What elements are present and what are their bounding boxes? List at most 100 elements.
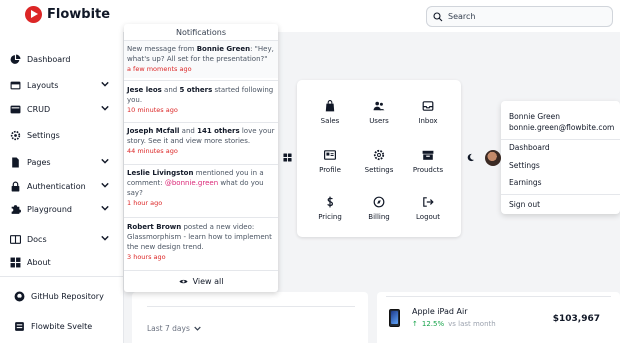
view-all-button[interactable]: View all (124, 270, 278, 292)
notification-item[interactable]: Joseph Mcfall and 141 others love your s… (124, 122, 278, 162)
card-divider (386, 296, 611, 297)
product-name: Apple iPad Air (412, 307, 468, 316)
sidebar-item-label: Docs (27, 234, 47, 244)
layout-icon (10, 80, 21, 91)
chevron-down-icon (101, 182, 109, 188)
user-info: Bonnie Green bonnie.green@flowbite.com (501, 101, 620, 140)
sidebar-item-label: About (27, 257, 51, 267)
app-sales[interactable]: Sales (305, 100, 355, 125)
period-label: Last 7 days (147, 324, 190, 333)
brand[interactable]: Flowbite (25, 6, 110, 23)
app-billing[interactable]: Billing (354, 196, 404, 221)
search-box[interactable] (426, 6, 613, 27)
logout-icon (423, 197, 434, 207)
sidebar-item-label: GitHub Repository (31, 291, 104, 301)
sidebar-item-authentication[interactable]: Authentication (10, 178, 114, 194)
sidebar-item-layouts[interactable]: Layouts (10, 77, 114, 93)
notification-time: 10 minutes ago (127, 106, 178, 114)
notifications-dropdown: Notifications New message from Bonnie Gr… (124, 24, 278, 292)
user-menu-dropdown: Bonnie Green bonnie.green@flowbite.com D… (501, 101, 620, 214)
crud-icon (10, 104, 21, 115)
sidebar-item-docs[interactable]: Docs (10, 231, 114, 247)
product-price: $103,967 (552, 314, 600, 324)
user-menu-earnings[interactable]: Earnings (509, 178, 542, 187)
brand-name: Flowbite (47, 7, 111, 22)
sidebar-item-label: Authentication (27, 181, 86, 191)
bag-icon (325, 100, 335, 112)
sidebar-item-label: Dashboard (27, 54, 71, 64)
pie-chart-icon (10, 54, 21, 65)
sidebar-item-label: Layouts (27, 80, 59, 90)
sidebar-item-label: Flowbite Svelte (31, 321, 93, 331)
top-navbar: Flowbite (0, 0, 620, 32)
inbox-icon (422, 101, 434, 111)
sidebar-item-label: CRUD (27, 104, 51, 114)
pages-icon (10, 157, 21, 168)
book-icon (10, 234, 21, 245)
avatar[interactable] (485, 150, 501, 166)
notification-item[interactable]: Jese leos and 5 others started following… (124, 80, 278, 120)
sales-card: Last 7 days (132, 292, 368, 343)
chevron-down-icon (101, 158, 109, 164)
flowbite-logo-icon (25, 6, 42, 23)
sidebar-item-label: Playground (27, 204, 72, 214)
user-name: Bonnie Green (509, 112, 561, 121)
user-menu-divider (501, 194, 620, 195)
gear-icon (373, 149, 385, 161)
sidebar-item-about[interactable]: About (10, 254, 114, 270)
notification-time: 44 minutes ago (127, 147, 178, 155)
notification-item[interactable]: New message from Bonnie Green: "Hey, wha… (124, 40, 278, 78)
change-value: 12.5% (421, 320, 445, 328)
app-logout[interactable]: Logout (403, 196, 453, 221)
card-divider (147, 306, 355, 307)
chevron-down-icon (101, 205, 109, 211)
compass-icon (373, 196, 385, 208)
app-settings[interactable]: Settings (354, 149, 404, 174)
view-all-label: View all (192, 277, 224, 286)
profile-card-icon (324, 150, 336, 160)
sidebar-item-dashboard[interactable]: Dashboard (10, 51, 114, 67)
change-note: vs last month (448, 320, 496, 328)
lock-icon (10, 181, 21, 192)
notification-time: a few moments ago (127, 65, 192, 73)
grid-icon (10, 257, 21, 268)
chevron-down-icon (194, 326, 201, 331)
user-menu-settings[interactable]: Settings (509, 161, 540, 170)
app-users[interactable]: Users (354, 100, 404, 125)
apps-icon[interactable] (283, 153, 292, 162)
app-profile[interactable]: Profile (305, 149, 355, 174)
sidebar-item-crud[interactable]: CRUD (10, 101, 114, 117)
period-dropdown[interactable]: Last 7 days (147, 324, 201, 333)
app-products[interactable]: Proudcts (403, 149, 453, 174)
sidebar-item-flowbite-svelte[interactable]: Flowbite Svelte (14, 318, 118, 334)
search-input[interactable] (448, 12, 598, 21)
dollar-icon (327, 196, 334, 208)
notification-time: 1 hour ago (127, 199, 163, 207)
sidebar-item-settings[interactable]: Settings (10, 127, 114, 143)
sidebar-item-github[interactable]: GitHub Repository (14, 288, 118, 304)
notification-item[interactable]: Robert Brown posted a new video: Glassmo… (124, 217, 278, 269)
notification-time: 3 hours ago (127, 253, 166, 261)
notification-item[interactable]: Leslie Livingston mentioned you in a com… (124, 164, 278, 216)
user-menu-sign-out[interactable]: Sign out (509, 200, 540, 209)
chevron-down-icon (101, 235, 109, 241)
sidebar-item-playground[interactable]: Playground (10, 201, 114, 217)
archive-icon (422, 150, 434, 160)
moon-icon[interactable] (466, 153, 475, 162)
sidebar-divider (0, 276, 124, 277)
ipad-image (389, 309, 400, 327)
notifications-title: Notifications (175, 28, 227, 37)
product-change: ↑ 12.5% vs last month (412, 320, 496, 328)
app-inbox[interactable]: Inbox (403, 100, 453, 125)
sidebar-item-pages[interactable]: Pages (10, 154, 114, 170)
sidebar-item-label: Settings (27, 130, 60, 140)
app-pricing[interactable]: Pricing (305, 196, 355, 221)
user-email: bonnie.green@flowbite.com (509, 123, 615, 132)
puzzle-icon (10, 204, 21, 215)
user-menu-dashboard[interactable]: Dashboard (509, 143, 550, 152)
arrow-up-icon: ↑ (412, 320, 418, 328)
apps-dropdown: Sales Users Inbox Profile Settings Proud… (297, 80, 461, 237)
svelte-icon (14, 321, 25, 332)
eye-icon (179, 279, 188, 284)
search-icon (433, 11, 443, 21)
